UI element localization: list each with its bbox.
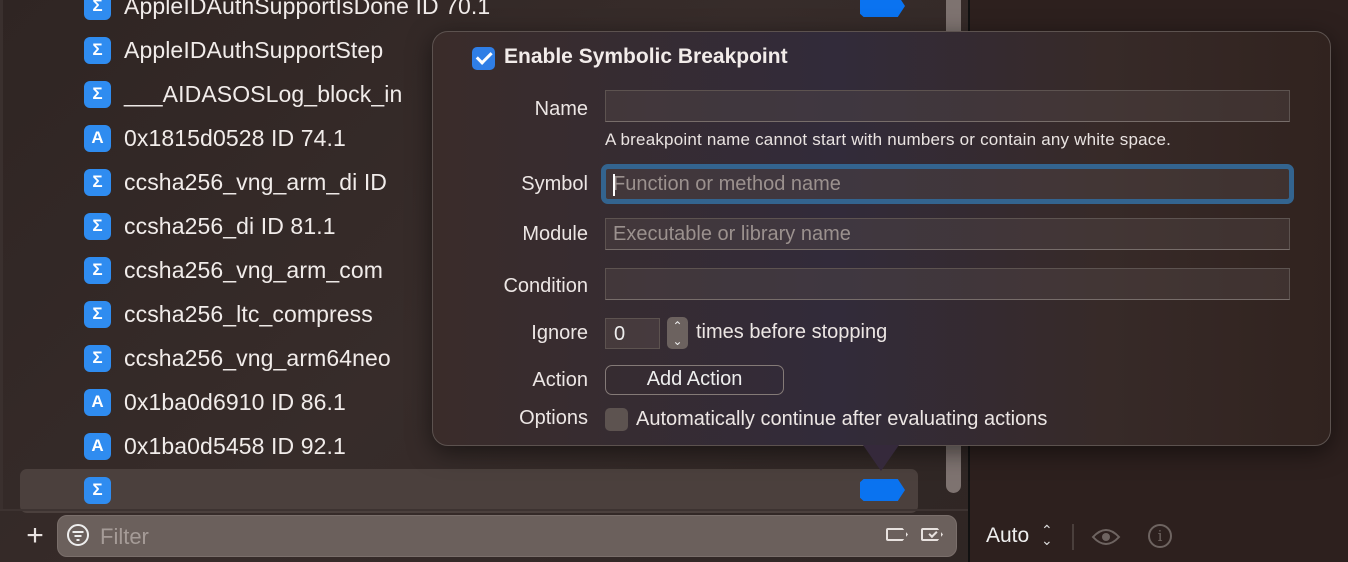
breakpoint-enabled-flag-icon[interactable]: [860, 0, 905, 17]
breakpoint-label: ccsha256_di ID 81.1: [124, 212, 336, 239]
info-icon[interactable]: i: [1148, 524, 1172, 548]
address-breakpoint-icon: A: [84, 124, 111, 152]
filter-circle-icon[interactable]: [67, 524, 89, 546]
breakpoint-row[interactable]: Σ: [0, 468, 940, 513]
chevron-updown-icon[interactable]: ⌃ ⌄: [1041, 523, 1053, 547]
options-label: Options: [519, 407, 588, 429]
auto-continue-checkbox[interactable]: [605, 408, 628, 431]
module-label: Module: [522, 223, 588, 245]
breakpoint-label: AppleIDAuthSupportIsDone ID 70.1: [124, 0, 491, 19]
stepper-down-icon[interactable]: ⌄: [667, 334, 688, 348]
breakpoint-label: ccsha256_vng_arm_com: [124, 256, 383, 283]
condition-field[interactable]: [605, 268, 1290, 300]
symbolic-breakpoint-icon: Σ: [84, 300, 111, 328]
symbolic-breakpoint-icon: Σ: [84, 0, 111, 20]
ignore-suffix: times before stopping: [696, 321, 888, 343]
breakpoint-label: 0x1ba0d5458 ID 92.1: [124, 432, 346, 459]
symbolic-breakpoint-icon: Σ: [84, 80, 111, 108]
add-action-button[interactable]: Add Action: [605, 365, 784, 395]
breakpoint-label: ___AIDASOSLog_block_in: [124, 80, 403, 107]
name-field[interactable]: [605, 90, 1290, 122]
symbol-placeholder: Function or method name: [613, 173, 841, 195]
toolbar-separator: [1072, 524, 1074, 550]
auto-continue-label: Automatically continue after evaluating …: [636, 408, 1048, 430]
filter-field[interactable]: Filter: [57, 515, 957, 557]
symbolic-breakpoint-icon: Σ: [84, 476, 111, 504]
enable-breakpoint-checkbox[interactable]: [472, 47, 495, 70]
symbolic-breakpoint-icon: Σ: [84, 168, 111, 196]
plus-icon: +: [26, 519, 44, 552]
ignore-count-field[interactable]: 0: [605, 318, 660, 349]
text-caret: [613, 174, 615, 196]
breakpoint-label: 0x1815d0528 ID 74.1: [124, 124, 346, 151]
condition-label: Condition: [503, 275, 588, 297]
address-breakpoint-icon: A: [84, 432, 111, 460]
breakpoint-tag-check-icon[interactable]: [921, 528, 943, 541]
name-label: Name: [534, 98, 588, 120]
breakpoint-label: ccsha256_vng_arm_di ID: [124, 168, 388, 195]
ignore-stepper[interactable]: ⌃ ⌄: [667, 317, 688, 349]
symbolic-breakpoint-icon: Σ: [84, 256, 111, 284]
stepper-up-icon[interactable]: ⌃: [667, 319, 688, 333]
name-hint: A breakpoint name cannot start with numb…: [605, 130, 1172, 149]
mode-select[interactable]: Auto: [986, 524, 1029, 548]
symbolic-breakpoint-icon: Σ: [84, 344, 111, 372]
module-placeholder: Executable or library name: [613, 223, 851, 245]
selection-highlight: [20, 469, 918, 513]
eye-icon[interactable]: [1091, 527, 1121, 547]
add-breakpoint-button[interactable]: +: [22, 521, 48, 551]
symbol-field[interactable]: Function or method name: [601, 164, 1294, 204]
enable-breakpoint-label: Enable Symbolic Breakpoint: [504, 45, 788, 68]
module-field[interactable]: Executable or library name: [605, 218, 1290, 250]
breakpoint-label: AppleIDAuthSupportStep: [124, 36, 384, 63]
breakpoint-label: ccsha256_vng_arm64neo: [124, 344, 391, 371]
breakpoint-enabled-flag-icon[interactable]: [860, 479, 905, 501]
ignore-label: Ignore: [531, 322, 588, 344]
breakpoint-row[interactable]: Σ AppleIDAuthSupportIsDone ID 70.1: [0, 0, 940, 28]
address-breakpoint-icon: A: [84, 388, 111, 416]
action-label: Action: [532, 369, 588, 391]
symbolic-breakpoint-icon: Σ: [84, 212, 111, 240]
symbol-label: Symbol: [521, 173, 588, 195]
breakpoint-tag-icon[interactable]: [886, 528, 908, 541]
filter-placeholder: Filter: [100, 524, 149, 549]
symbolic-breakpoint-icon: Σ: [84, 36, 111, 64]
divider: [0, 509, 968, 511]
breakpoint-label: 0x1ba0d6910 ID 86.1: [124, 388, 346, 415]
breakpoint-label: ccsha256_ltc_compress: [124, 300, 373, 327]
